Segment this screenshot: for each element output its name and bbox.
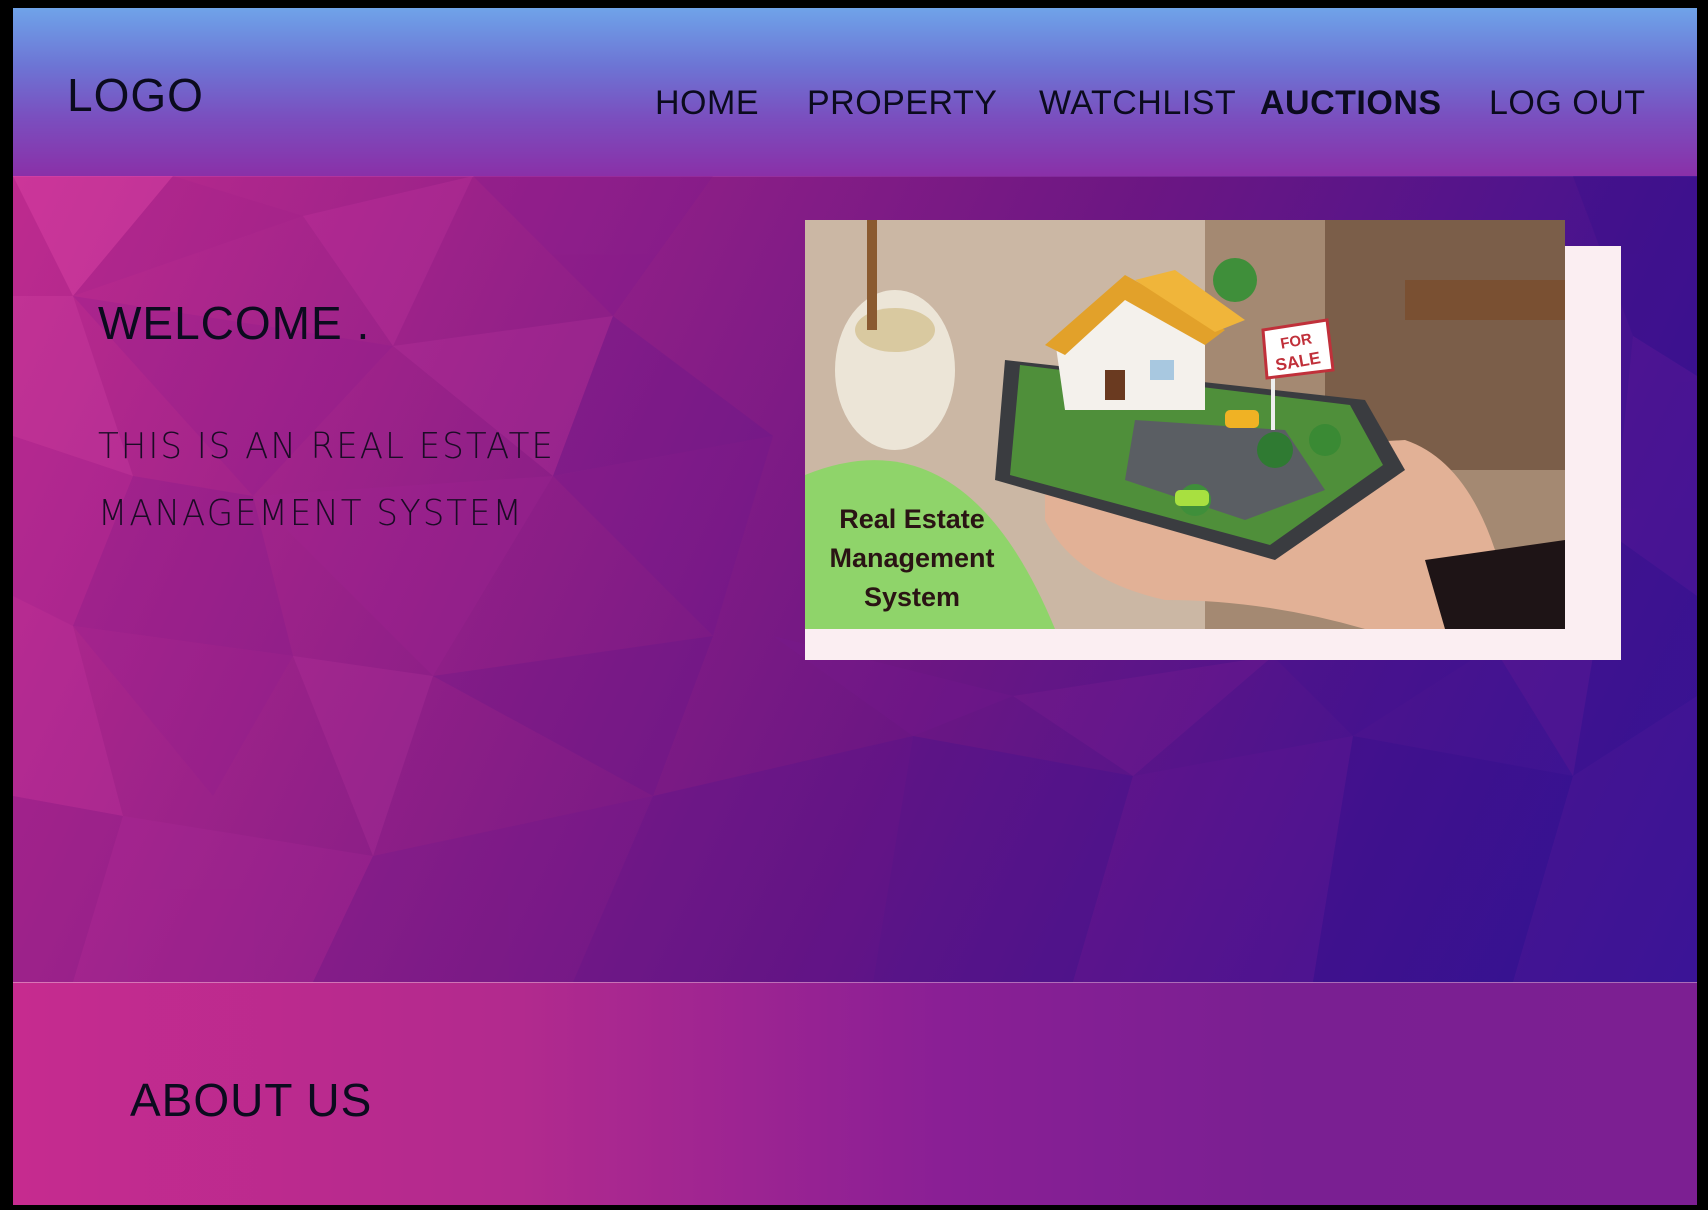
nav-property[interactable]: PROPERTY [807,84,997,123]
page-frame: LOGO HOME PROPERTY WATCHLIST AUCTIONS LO… [13,8,1697,1205]
nav-auctions[interactable]: AUCTIONS [1260,84,1442,123]
top-navbar: LOGO HOME PROPERTY WATCHLIST AUCTIONS LO… [13,8,1697,177]
about-section: ABOUT US [13,982,1697,1205]
badge-line-3: System [863,582,961,612]
about-heading: ABOUT US [130,1074,373,1126]
badge-line-2: Management [829,543,995,573]
logo[interactable]: LOGO [67,68,204,122]
hero-section: WELCOME . THIS IS AN REAL ESTATE MANAGEM… [13,176,1697,982]
welcome-heading: WELCOME . [98,297,371,349]
nav-watchlist[interactable]: WATCHLIST [1039,84,1236,123]
nav-home[interactable]: HOME [655,84,759,123]
image-badge: Real Estate Management System [805,500,1019,617]
hero-image: FOR SALE Real Estate Management System [805,220,1565,629]
hero-subtitle: THIS IS AN REAL ESTATE MANAGEMENT SYSTEM [98,425,555,535]
badge-line-1: Real Estate [839,504,985,534]
nav-logout[interactable]: LOG OUT [1489,84,1646,123]
